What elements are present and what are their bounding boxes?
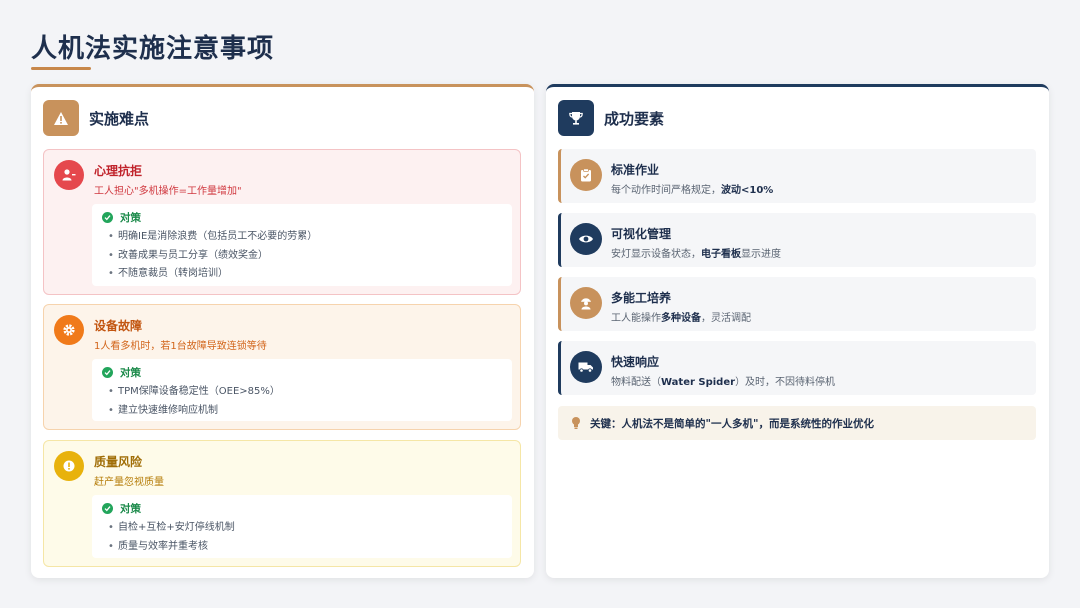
- success-item-title: 快速响应: [611, 355, 660, 369]
- worker-icon: [570, 287, 602, 319]
- success-item-desc: 安灯显示设备状态，电子看板显示进度: [611, 249, 781, 260]
- difficulty-desc: 工人担心"多机操作=工作量增加": [94, 186, 242, 197]
- difficulty-card-resistance: 心理抗拒 工人担心"多机操作=工作量增加" 对策 明确IE是消除浪费（包括员工不…: [43, 149, 521, 295]
- check-circle-icon: [102, 502, 113, 514]
- success-factors-panel: 成功要素 标准作业 每个动作时间严格规定，波动<10% 可视化管理 安灯显示设备…: [546, 84, 1049, 578]
- countermeasure-box: 对策 自检+互检+安灯停线机制 质量与效率并重考核: [92, 495, 512, 558]
- warning-icon: [43, 100, 79, 136]
- check-circle-icon: [102, 366, 113, 378]
- success-item-visual-management: 可视化管理 安灯显示设备状态，电子看板显示进度: [558, 213, 1036, 267]
- success-item-multi-skill: 多能工培养 工人能操作多种设备，灵活调配: [558, 277, 1036, 331]
- page-title: 人机法实施注意事项: [31, 34, 275, 64]
- difficulty-card-equipment: 设备故障 1人看多机时，若1台故障导致连锁等待 对策 TPM保障设备稳定性（OE…: [43, 304, 521, 430]
- success-item-title: 多能工培养: [611, 291, 672, 305]
- success-header: 成功要素: [558, 100, 664, 136]
- difficulty-title: 设备故障: [94, 319, 143, 333]
- key-note: 关键：人机法不是简单的"一人多机"，而是系统性的作业优化: [558, 406, 1036, 440]
- success-item-standard-work: 标准作业 每个动作时间严格规定，波动<10%: [558, 149, 1036, 203]
- list-item: 改善成果与员工分享（绩效奖金）: [102, 247, 502, 266]
- alert-circle-icon: [54, 451, 84, 481]
- difficulties-header: 实施难点: [43, 100, 149, 136]
- gear-icon: [54, 315, 84, 345]
- success-item-title: 标准作业: [611, 163, 660, 177]
- success-title: 成功要素: [604, 109, 665, 128]
- list-item: TPM保障设备稳定性（OEE>85%）: [102, 383, 502, 402]
- title-underline: [31, 67, 91, 70]
- countermeasure-box: 对策 明确IE是消除浪费（包括员工不必要的劳累） 改善成果与员工分享（绩效奖金）…: [92, 204, 512, 286]
- list-item: 建立快速维修响应机制: [102, 402, 502, 421]
- eye-icon: [570, 223, 602, 255]
- countermeasure-label: 对策: [120, 502, 141, 515]
- key-note-text: 关键：人机法不是简单的"一人多机"，而是系统性的作业优化: [590, 417, 874, 430]
- list-item: 自检+互检+安灯停线机制: [102, 519, 502, 538]
- user-x-icon: [54, 160, 84, 190]
- clipboard-icon: [570, 159, 602, 191]
- success-item-desc: 物料配送（Water Spider）及时，不因待料停机: [611, 377, 836, 388]
- difficulty-title: 质量风险: [94, 455, 143, 469]
- countermeasure-label: 对策: [120, 366, 141, 379]
- trophy-icon: [558, 100, 594, 136]
- check-circle-icon: [102, 211, 113, 223]
- success-item-quick-response: 快速响应 物料配送（Water Spider）及时，不因待料停机: [558, 341, 1036, 395]
- success-item-desc: 工人能操作多种设备，灵活调配: [611, 313, 751, 324]
- difficulties-panel: 实施难点 心理抗拒 工人担心"多机操作=工作量增加" 对策 明确IE是消除浪费（…: [31, 84, 534, 578]
- difficulty-card-quality: 质量风险 赶产量忽视质量 对策 自检+互检+安灯停线机制 质量与效率并重考核: [43, 440, 521, 567]
- difficulties-title: 实施难点: [89, 109, 150, 128]
- difficulty-desc: 赶产量忽视质量: [94, 477, 164, 488]
- success-item-title: 可视化管理: [611, 227, 672, 241]
- list-item: 质量与效率并重考核: [102, 538, 502, 557]
- countermeasure-label: 对策: [120, 211, 141, 224]
- lightbulb-icon: [570, 416, 582, 430]
- difficulty-desc: 1人看多机时，若1台故障导致连锁等待: [94, 341, 267, 352]
- list-item: 明确IE是消除浪费（包括员工不必要的劳累）: [102, 228, 502, 247]
- countermeasure-box: 对策 TPM保障设备稳定性（OEE>85%） 建立快速维修响应机制: [92, 359, 512, 421]
- list-item: 不随意裁员（转岗培训）: [102, 265, 502, 284]
- truck-icon: [570, 351, 602, 383]
- success-item-desc: 每个动作时间严格规定，波动<10%: [611, 185, 774, 196]
- difficulty-title: 心理抗拒: [94, 164, 143, 178]
